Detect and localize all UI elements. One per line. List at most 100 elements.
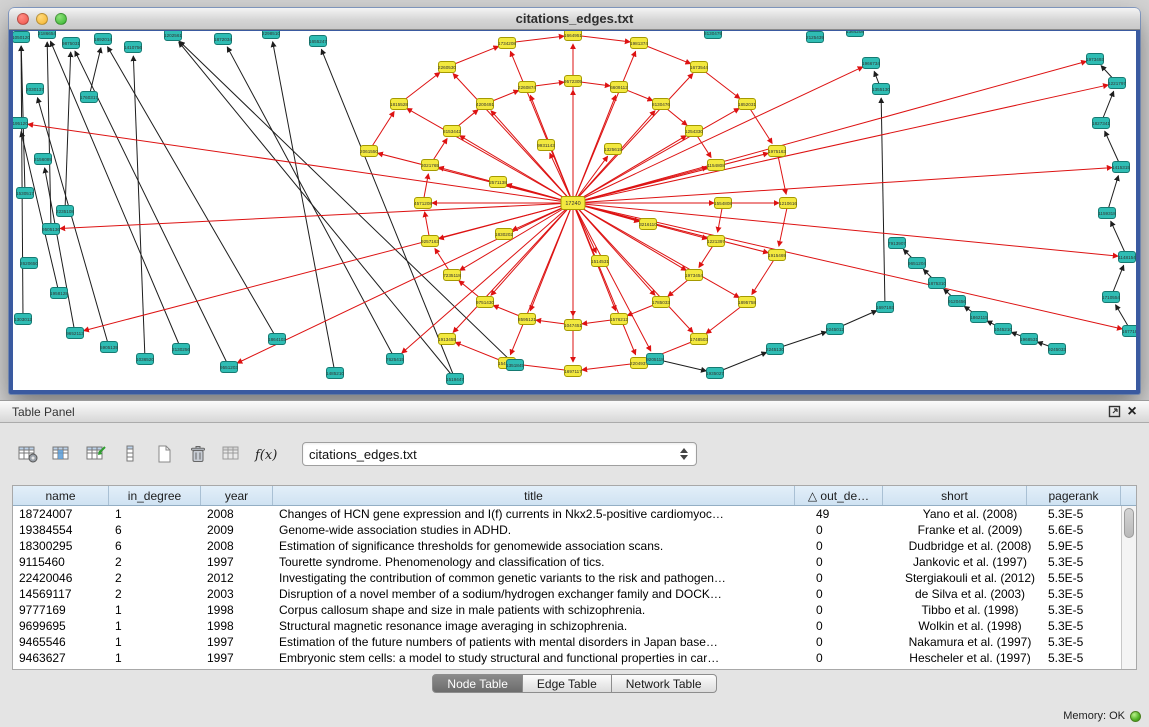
graph-node[interactable]: 8130479 xyxy=(704,31,722,39)
vertical-scrollbar[interactable] xyxy=(1121,506,1136,669)
graph-node[interactable]: 1935027 xyxy=(706,368,724,379)
graph-node[interactable]: 1154808 xyxy=(707,160,725,171)
table-row[interactable]: 946554611997Estimation of the future num… xyxy=(13,634,1136,650)
graph-node[interactable]: 1875310 xyxy=(928,278,946,289)
graph-edge[interactable] xyxy=(51,41,181,349)
graph-node[interactable]: 9875031 xyxy=(62,38,80,49)
table-row[interactable]: 1872400712008Changes of HCN gene express… xyxy=(13,506,1136,522)
graph-node[interactable]: 1210616 xyxy=(779,198,797,209)
scrollbar-thumb[interactable] xyxy=(1124,508,1134,538)
column-header-name[interactable]: name xyxy=(13,486,109,505)
column-edit-icon[interactable] xyxy=(116,441,144,467)
graph-node[interactable]: 1710554 xyxy=(1102,292,1120,303)
graph-node[interactable]: 1760317 xyxy=(80,92,98,103)
function-builder-icon[interactable]: f(x) xyxy=(252,441,280,467)
graph-node[interactable]: 1036520 xyxy=(136,354,154,365)
graph-node[interactable]: 2030137 xyxy=(26,84,44,95)
graph-node[interactable]: 1958128 xyxy=(50,288,68,299)
column-header-pagerank[interactable]: pagerank xyxy=(1027,486,1121,505)
graph-node[interactable]: 9931143 xyxy=(537,140,555,151)
tab-edge-table[interactable]: Edge Table xyxy=(523,674,612,693)
graph-node[interactable]: 1519447 xyxy=(446,374,464,385)
graph-node[interactable]: 2235108 xyxy=(56,206,74,217)
table-row[interactable]: 1830029562008Estimation of significance … xyxy=(13,538,1136,554)
table-row[interactable]: 969969511998Structural magnetic resonanc… xyxy=(13,618,1136,634)
graph-node[interactable]: 1530517 xyxy=(16,188,34,199)
graph-node[interactable]: 1815528 xyxy=(390,99,408,110)
graph-node[interactable]: 1221797 xyxy=(1108,78,1126,89)
column-header-year[interactable]: year xyxy=(201,486,273,505)
graph-node[interactable]: 9245012 xyxy=(826,324,844,335)
graph-node[interactable]: 1748503 xyxy=(690,334,708,345)
graph-node[interactable]: 2571138 xyxy=(489,177,507,188)
graph-node[interactable]: 8130476 xyxy=(652,99,670,110)
graph-node[interactable]: 1554808 xyxy=(714,198,732,209)
graph-node[interactable]: 9205118 xyxy=(646,354,664,365)
graph-edge[interactable] xyxy=(779,203,788,246)
graph-node[interactable]: 1415315 xyxy=(1112,162,1130,173)
graph-node[interactable]: 1892014 xyxy=(94,34,112,45)
tab-network-table[interactable]: Network Table xyxy=(612,674,717,693)
float-panel-icon[interactable] xyxy=(1105,404,1123,420)
graph-node[interactable]: 1325615 xyxy=(604,144,622,155)
graph-node[interactable]: 1968531 xyxy=(1020,334,1038,345)
graph-edge[interactable] xyxy=(460,203,573,270)
graph-edge[interactable] xyxy=(273,42,335,373)
graph-node[interactable]: 5905139 xyxy=(100,342,118,353)
minimize-window-button[interactable] xyxy=(36,13,48,25)
graph-node[interactable]: 1410756 xyxy=(124,42,142,53)
graph-node[interactable]: 2620650 xyxy=(20,258,38,269)
graph-node[interactable]: 1303012 xyxy=(14,314,32,325)
graph-node[interactable]: 3021765 xyxy=(421,160,439,171)
zoom-window-button[interactable] xyxy=(55,13,67,25)
column-header-short[interactable]: short xyxy=(883,486,1027,505)
graph-node[interactable]: 1864103 xyxy=(268,334,286,345)
delete-table-icon[interactable] xyxy=(184,441,212,467)
graph-edge[interactable] xyxy=(573,51,636,203)
graph-node[interactable]: 9751430 xyxy=(476,297,494,308)
graph-edge[interactable] xyxy=(89,48,101,97)
graph-node[interactable]: 1697193 xyxy=(876,302,894,313)
graph-node[interactable]: 1966734 xyxy=(862,58,880,69)
graph-node[interactable]: 2298510 xyxy=(262,31,280,39)
graph-node[interactable]: 1514531 xyxy=(591,256,609,267)
graph-node[interactable]: 1655247 xyxy=(309,36,327,47)
graph-node[interactable]: 9551203 xyxy=(220,362,238,373)
close-panel-icon[interactable]: × xyxy=(1123,404,1141,420)
graph-node[interactable]: 1734208 xyxy=(498,38,516,49)
column-header-out_de[interactable]: △ out_de… xyxy=(795,486,883,505)
graph-node[interactable]: 1697117 xyxy=(564,366,582,377)
network-canvas[interactable]: 1724015548081221397197345417850331576212… xyxy=(13,31,1136,390)
show-columns-icon[interactable] xyxy=(48,441,76,467)
graph-node[interactable]: 9505136 xyxy=(42,224,60,235)
graph-node[interactable]: 1047451 xyxy=(564,320,582,331)
graph-edge[interactable] xyxy=(407,108,573,203)
graph-edge[interactable] xyxy=(37,98,109,347)
graph-node[interactable]: 1351845 xyxy=(506,360,524,371)
graph-edge[interactable] xyxy=(108,47,277,339)
graph-node[interactable]: 1364208 xyxy=(846,31,864,37)
graph-node[interactable]: 1221397 xyxy=(707,236,725,247)
table-row[interactable]: 2242004622012Investigating the contribut… xyxy=(13,570,1136,586)
graph-node[interactable]: 1195120 xyxy=(13,118,28,129)
graph-node[interactable]: 2260530 xyxy=(438,62,456,73)
graph-node[interactable]: 1254330 xyxy=(685,126,703,137)
graph-node[interactable]: 2186654 xyxy=(38,31,56,39)
graph-edge[interactable] xyxy=(881,98,885,307)
graph-node[interactable]: 1973493 xyxy=(1086,54,1104,65)
window-titlebar[interactable]: citations_edges.txt xyxy=(9,8,1140,30)
graph-node[interactable]: 4200491 xyxy=(476,99,494,110)
graph-node[interactable]: 1915469 xyxy=(768,250,786,261)
graph-node[interactable]: 8153442 xyxy=(443,126,461,137)
graph-node[interactable]: 9120456 xyxy=(948,296,966,307)
column-header-title[interactable]: title xyxy=(273,486,795,505)
graph-node[interactable]: 1677180 xyxy=(1122,326,1136,337)
graph-node[interactable]: 1148154 xyxy=(1118,252,1136,263)
graph-node[interactable]: 1913455 xyxy=(438,334,456,345)
graph-node[interactable]: 1981374 xyxy=(630,38,648,49)
tab-node-table[interactable]: Node Table xyxy=(432,674,523,693)
graph-node[interactable]: 7913907 xyxy=(888,238,906,249)
graph-node[interactable]: 1852031 xyxy=(738,99,756,110)
table-row[interactable]: 911546021997Tourette syndrome. Phenomeno… xyxy=(13,554,1136,570)
table-selector-combo[interactable]: citations_edges.txt xyxy=(302,442,697,466)
